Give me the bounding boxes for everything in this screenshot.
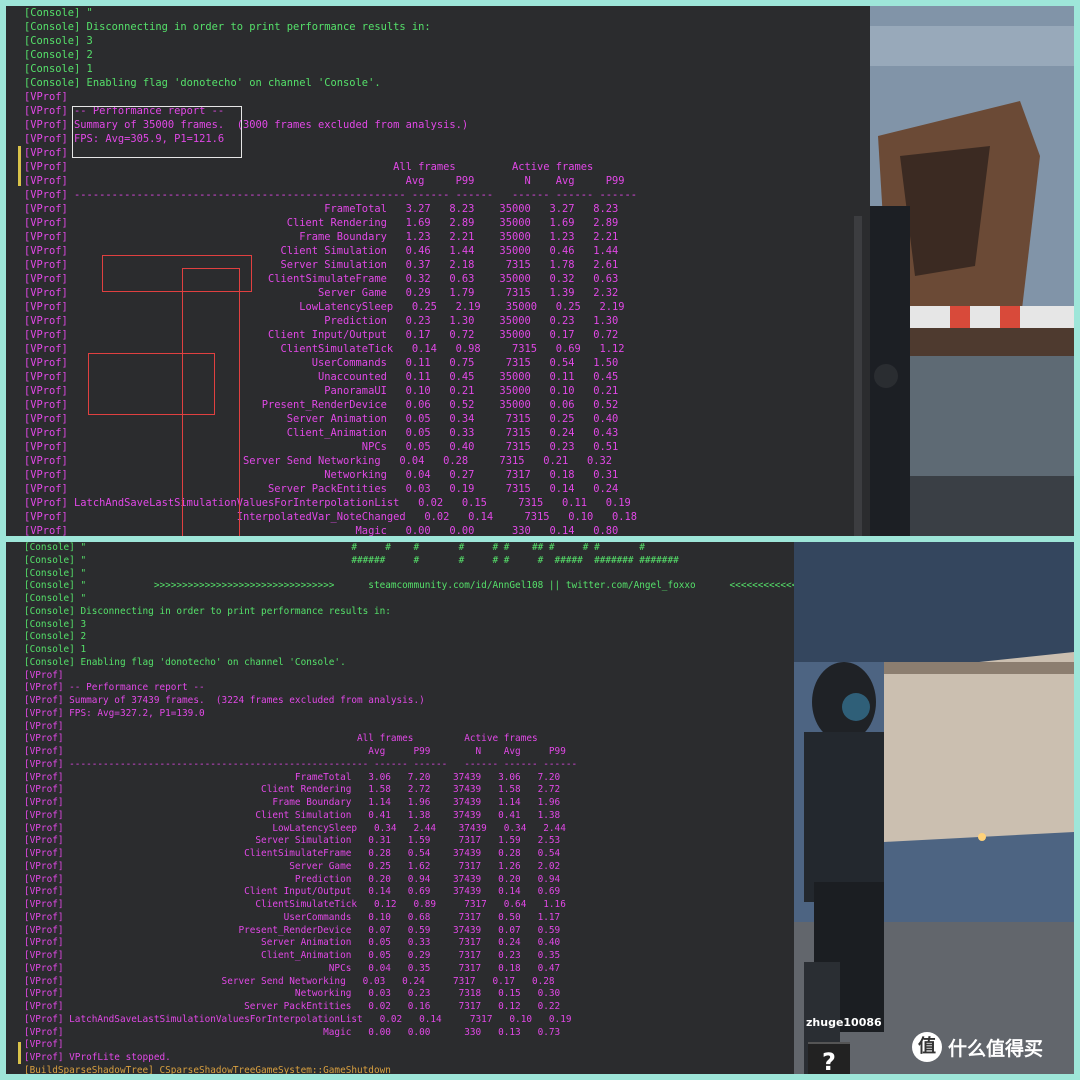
- console-log-line: [Console] ": [24, 567, 87, 579]
- build-log-line: [BuildSparseShadowTree] CSparseShadowTre…: [24, 1064, 391, 1074]
- console-gutter-marker-bottom: [18, 1042, 21, 1064]
- vprof-log-line: [VProf] Magic 0.00 0.00 330 0.13 0.73: [24, 1026, 561, 1038]
- game-viewport-top: [870, 6, 1074, 536]
- vprof-log-line: [VProf] Avg P99 N Avg P99: [24, 175, 625, 187]
- vprof-log-line: [VProf] Client_Animation 0.05 0.29 7317 …: [24, 950, 561, 961]
- console-log-line: [Console] 1: [24, 644, 87, 655]
- vprof-log-line: [VProf] Client Input/Output 0.17 0.72 35…: [24, 329, 619, 341]
- vprof-log-line: [VProf] Server Send Networking 0.04 0.28…: [24, 455, 613, 467]
- vprof-log-line: [VProf] Server PackEntities 0.03 0.19 73…: [24, 483, 619, 495]
- highlight-box-3: [88, 353, 215, 415]
- vprof-log-line: [VProf] LowLatencySleep 0.34 2.44 37439 …: [24, 822, 566, 834]
- vprof-log-line: [VProf] Client Rendering 1.69 2.89 35000…: [24, 217, 619, 229]
- vprof-log-line: [VProf] Magic 0.00 0.00 330 0.14 0.80: [24, 525, 619, 536]
- console-log-line: [Console] Enabling flag 'donotecho' on c…: [24, 77, 381, 89]
- vprof-log-line: [VProf] All frames Active frames: [24, 161, 594, 173]
- vprof-log-line: [VProf] Prediction 0.23 1.30 35000 0.23 …: [24, 315, 619, 327]
- vprof-log-line: [VProf] LatchAndSaveLastSimulationValues…: [24, 1013, 572, 1025]
- vprof-log-line: [VProf]: [24, 91, 68, 103]
- console-log-line: [Console] Disconnecting in order to prin…: [24, 605, 391, 617]
- vprof-log-line: [VProf] -- Performance report --: [24, 682, 205, 694]
- vprof-log-line: [VProf] InterpolatedVar_NoteChanged 0.02…: [24, 511, 638, 523]
- player-name-label: zhuge10086: [806, 1016, 882, 1029]
- vprof-log-line: [VProf] ClientSimulateTick 0.12 0.89 731…: [24, 899, 566, 910]
- console-log-line: [Console] Disconnecting in order to prin…: [24, 21, 431, 33]
- console-log-line: [Console] 2: [24, 631, 87, 643]
- vprof-log-line: [VProf] Summary of 37439 frames. (3224 f…: [24, 695, 425, 706]
- vprof-log-line: [VProf] FPS: Avg=327.2, P1=139.0: [24, 707, 205, 719]
- console-log-line: [Console] 2: [24, 49, 93, 61]
- vprof-log-line: [VProf] VProfLite stopped.: [24, 1052, 171, 1063]
- vprof-log-line: [VProf] Client Simulation 0.41 1.38 3743…: [24, 809, 561, 821]
- vprof-log-line: [VProf] Prediction 0.20 0.94 37439 0.20 …: [24, 873, 561, 885]
- console-log-line: [Console] Enabling flag 'donotecho' on c…: [24, 656, 346, 668]
- vprof-log-line: [VProf] All frames Active frames: [24, 733, 538, 745]
- console-log-line: [Console] 3: [24, 618, 87, 630]
- console-log-line: [Console] " ###### # # # # # ##### #####…: [24, 554, 679, 566]
- hud-glyph: ?: [822, 1048, 836, 1074]
- vprof-log-line: [VProf] Server Send Networking 0.03 0.24…: [24, 975, 555, 987]
- console-gutter-marker: [18, 146, 21, 186]
- vprof-log-line: [VProf] FrameTotal 3.06 7.20 37439 3.06 …: [24, 771, 561, 783]
- watermark-logo-icon: 值: [912, 1032, 942, 1062]
- vprof-log-line: [VProf] LowLatencySleep 0.25 2.19 35000 …: [24, 301, 625, 313]
- vprof-log-line: [VProf] LatchAndSaveLastSimulationValues…: [24, 497, 631, 509]
- game-viewport-bottom: zhuge10086 ? 值 什么值得买: [794, 542, 1074, 1074]
- vprof-log-line: [VProf]: [24, 669, 64, 681]
- vprof-log-line: [VProf] Server Simulation 0.31 1.59 7317…: [24, 835, 561, 847]
- vprof-log-line: [VProf] --------------------------------…: [24, 758, 578, 770]
- vprof-log-line: [VProf] UserCommands 0.10 0.68 7317 0.50…: [24, 911, 561, 923]
- console-screenshot-bottom: [Console] " # # # # # # ## # # # # [Conso…: [6, 542, 1074, 1074]
- vprof-log-line: [VProf] Server Game 0.25 1.62 7317 1.26 …: [24, 860, 561, 872]
- vprof-log-line: [VProf] Client Input/Output 0.14 0.69 37…: [24, 886, 561, 898]
- vprof-log-line: [VProf] NPCs 0.05 0.40 7315 0.23 0.51: [24, 441, 619, 453]
- fps-highlight-box: [72, 106, 242, 158]
- game-scene-top: [870, 6, 1074, 536]
- vprof-log-line: [VProf] Avg P99 N Avg P99: [24, 746, 566, 757]
- vprof-log-line: [VProf] Server Animation 0.05 0.33 7317 …: [24, 937, 561, 949]
- vprof-log-line: [VProf] Client_Animation 0.05 0.33 7315 …: [24, 427, 619, 439]
- vprof-log-line: [VProf] Frame Boundary 1.14 1.96 37439 1…: [24, 797, 561, 808]
- vprof-log-line: [VProf] Networking 0.03 0.23 7318 0.15 0…: [24, 988, 561, 1000]
- console-log-line: [Console] 1: [24, 63, 93, 75]
- console-log-line: [Console] ": [24, 593, 87, 604]
- game-scene-bottom: [794, 542, 1074, 1074]
- console-log-line: [Console] ": [24, 7, 93, 19]
- console-log-line: [Console] 3: [24, 35, 93, 47]
- vprof-log-line: [VProf]: [24, 720, 64, 732]
- vprof-log-line: [VProf] FrameTotal 3.27 8.23 35000 3.27 …: [24, 203, 619, 215]
- vprof-log-line: [VProf] --------------------------------…: [24, 189, 638, 201]
- vprof-log-line: [VProf] Networking 0.04 0.27 7317 0.18 0…: [24, 469, 619, 481]
- vprof-log-line: [VProf] ClientSimulateFrame 0.28 0.54 37…: [24, 848, 561, 859]
- console-screenshot-top: [Console] " [Console] Disconnecting in or…: [6, 6, 1074, 536]
- console-scrollbar-top[interactable]: [854, 216, 862, 536]
- vprof-log-line: [VProf]: [24, 1039, 64, 1051]
- watermark: 值 什么值得买: [912, 1032, 1043, 1062]
- vprof-log-line: [VProf] Server PackEntities 0.02 0.16 73…: [24, 1001, 561, 1012]
- vprof-log-line: [VProf] NPCs 0.04 0.35 7317 0.18 0.47: [24, 962, 561, 974]
- watermark-text: 什么值得买: [948, 1037, 1044, 1060]
- vprof-log-line: [VProf] Client Rendering 1.58 2.72 37439…: [24, 784, 561, 796]
- vprof-log-line: [VProf] Present_RenderDevice 0.07 0.59 3…: [24, 924, 561, 936]
- console-log-line: [Console] " >>>>>>>>>>>>>>>>>>>>>>>>>>>>…: [24, 580, 794, 592]
- hud-question-icon: ?: [808, 1042, 850, 1074]
- console-output-bottom: [Console] " # # # # # # ## # # # # [Conso…: [24, 542, 794, 1074]
- console-log-line: [Console] " # # # # # # ## # # # #: [24, 542, 645, 553]
- vprof-log-line: [VProf] Frame Boundary 1.23 2.21 35000 1…: [24, 231, 619, 243]
